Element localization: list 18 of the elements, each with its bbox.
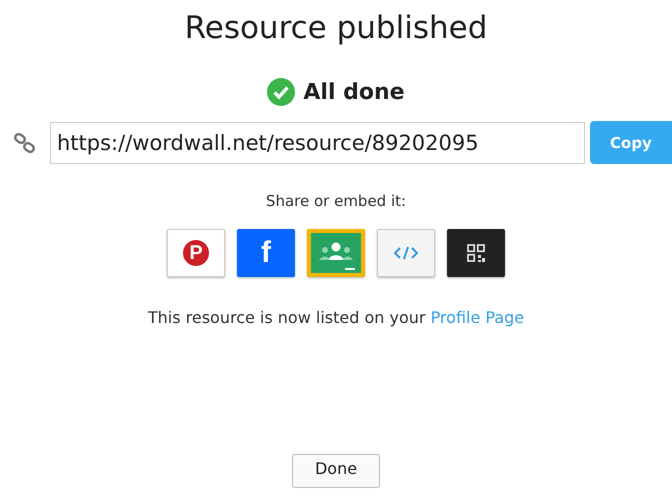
code-icon bbox=[394, 246, 418, 260]
pinterest-share-button[interactable]: P bbox=[167, 229, 225, 277]
url-field[interactable]: https://wordwall.net/resource/89202095 bbox=[50, 122, 585, 164]
check-circle-icon bbox=[267, 78, 296, 106]
link-icon bbox=[14, 132, 36, 154]
dialog-title: Resource published bbox=[184, 9, 488, 48]
status-text: All done bbox=[303, 80, 405, 104]
done-button[interactable]: Done bbox=[292, 454, 380, 488]
classroom-icon bbox=[311, 233, 361, 273]
profile-page-link[interactable]: Profile Page bbox=[430, 308, 524, 327]
qr-code-icon bbox=[467, 244, 485, 262]
classroom-share-button[interactable] bbox=[307, 229, 365, 277]
embed-button[interactable] bbox=[377, 229, 435, 277]
facebook-share-button[interactable]: f bbox=[237, 229, 295, 277]
share-label: Share or embed it: bbox=[266, 192, 406, 210]
pinterest-icon: P bbox=[183, 240, 209, 266]
listed-message: This resource is now listed on your Profile Page bbox=[148, 308, 524, 327]
qr-code-button[interactable] bbox=[447, 229, 505, 277]
